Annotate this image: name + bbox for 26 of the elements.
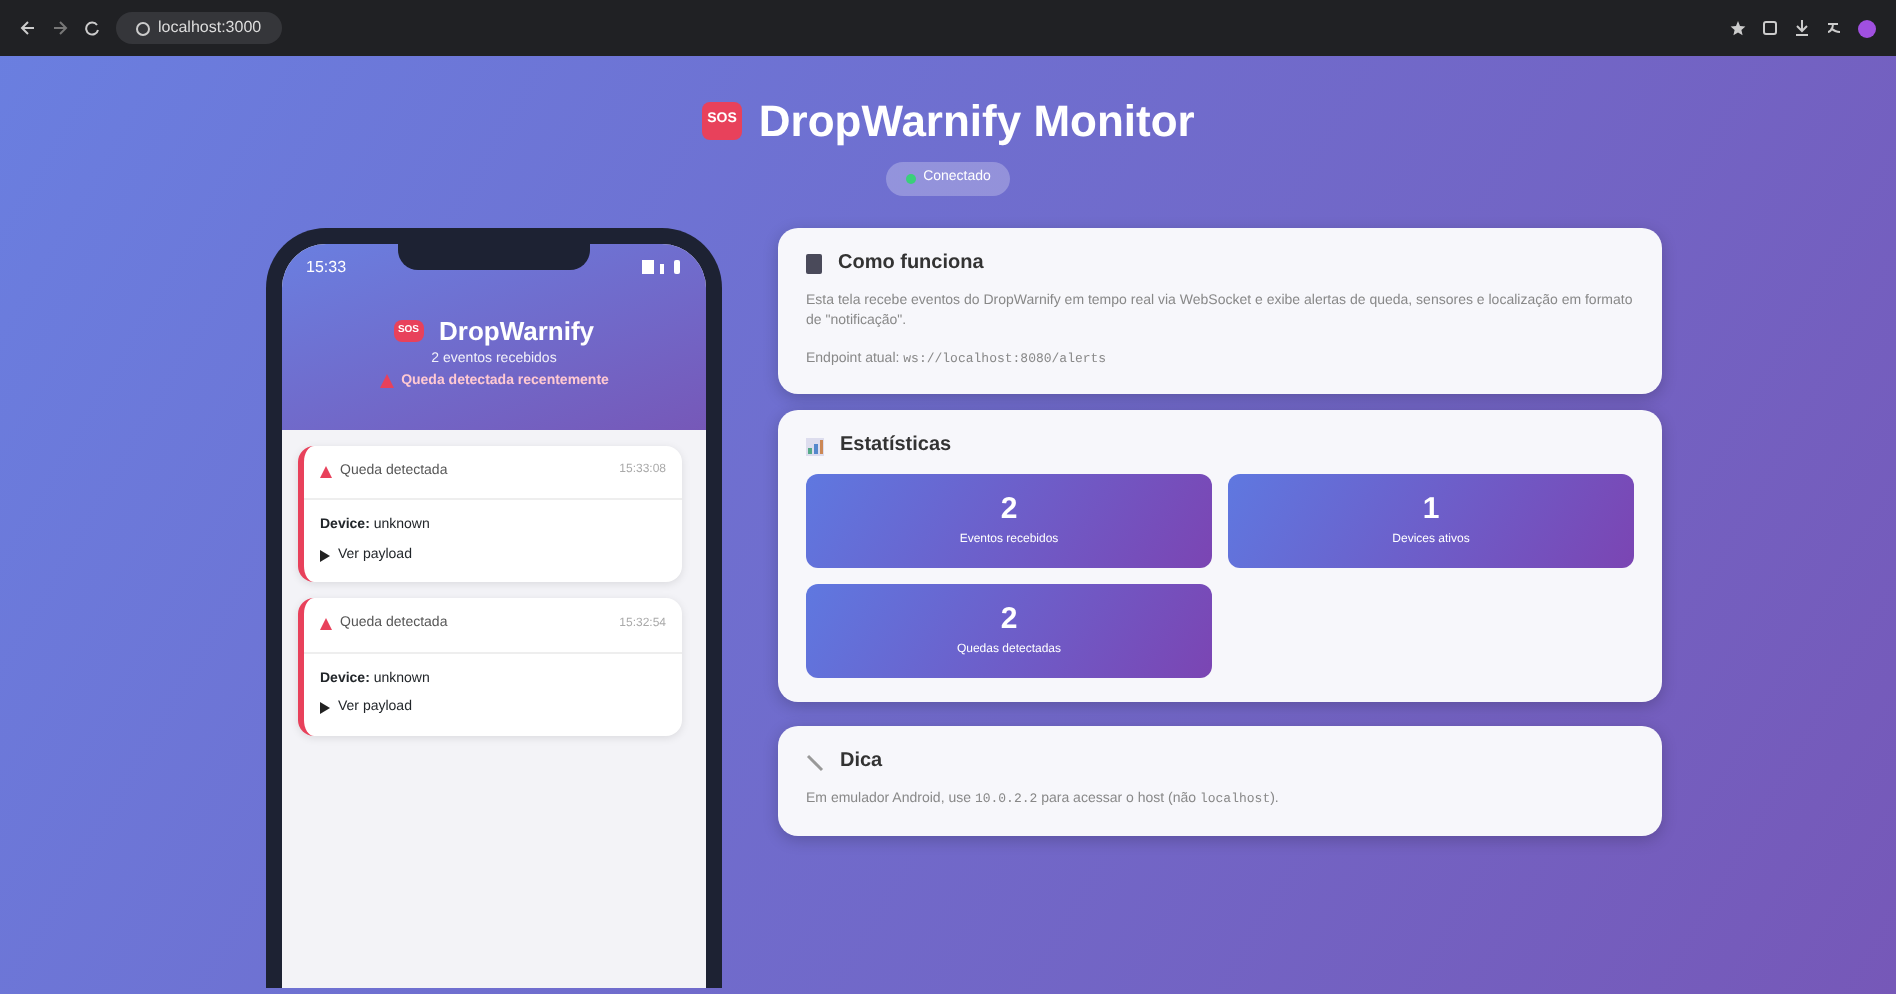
card-title: Como funciona bbox=[838, 251, 984, 275]
star-icon[interactable] bbox=[1730, 20, 1746, 36]
status-time: 15:33 bbox=[306, 255, 347, 279]
card-title: Estatísticas bbox=[840, 434, 952, 458]
triangle-right-icon bbox=[320, 702, 330, 715]
reload-icon[interactable] bbox=[84, 20, 100, 36]
card-title: Dica bbox=[840, 750, 883, 774]
warning-icon bbox=[320, 618, 332, 631]
download-icon[interactable] bbox=[1794, 20, 1810, 36]
forward-icon[interactable] bbox=[52, 20, 68, 36]
warning-icon bbox=[320, 465, 332, 478]
book-icon bbox=[806, 253, 822, 273]
translate-icon[interactable] bbox=[1826, 20, 1842, 36]
triangle-right-icon bbox=[320, 549, 330, 562]
extensions-icon[interactable] bbox=[1762, 20, 1778, 36]
bar-chart-icon bbox=[806, 437, 824, 455]
stat-value: 2 bbox=[1000, 493, 1018, 523]
profile-icon[interactable] bbox=[1858, 19, 1876, 37]
warning-icon bbox=[379, 374, 394, 389]
app-title: DropWarnify bbox=[439, 313, 595, 350]
back-icon[interactable] bbox=[20, 20, 36, 36]
stat-value: 1 bbox=[1422, 493, 1440, 523]
info-icon bbox=[136, 21, 150, 35]
stat-value: 2 bbox=[1000, 603, 1018, 633]
page-title: DropWarnify Monitor bbox=[758, 94, 1195, 150]
address-bar[interactable]: localhost:3000 bbox=[116, 12, 282, 44]
